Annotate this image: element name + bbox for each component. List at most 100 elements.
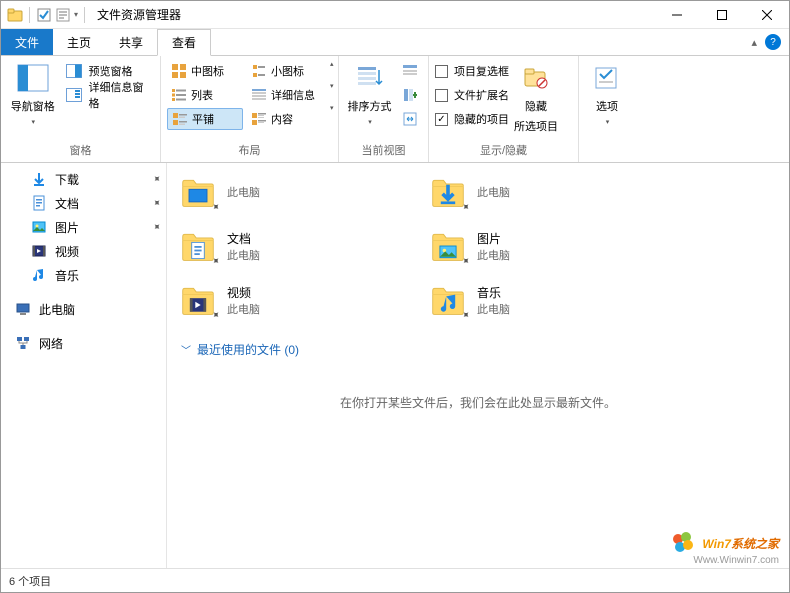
label: 隐藏 (525, 98, 547, 114)
label: 预览窗格 (88, 63, 132, 79)
chevron-down-icon: ﹀ (181, 342, 191, 357)
folder-icon: ✦ (429, 281, 467, 319)
layout-tiles[interactable]: 平铺 (167, 108, 243, 130)
layout-details[interactable]: 详细信息 (247, 84, 323, 106)
size-columns-button[interactable] (398, 108, 422, 130)
computer-icon (15, 301, 31, 317)
hidden-items-toggle[interactable]: ✓隐藏的项目 (435, 108, 509, 130)
label: 导航窗格 (11, 98, 55, 114)
file-item[interactable]: ✦ 此电脑 (179, 169, 409, 215)
label: 文件扩展名 (454, 87, 509, 103)
options-button[interactable]: 选项 ▾ (585, 60, 629, 126)
minimize-ribbon-icon[interactable]: ▴ (751, 36, 757, 49)
nav-downloads[interactable]: 下载✦ (1, 167, 166, 191)
app-icon (7, 7, 23, 23)
group-by-button[interactable] (398, 60, 422, 82)
label: 平铺 (192, 111, 214, 127)
network-icon (15, 335, 31, 351)
label: 隐藏的项目 (454, 111, 509, 127)
group-label: 显示/隐藏 (435, 140, 572, 162)
minimize-button[interactable] (654, 1, 699, 29)
layout-small-icons[interactable]: 小图标 (247, 60, 323, 82)
videos-icon (31, 243, 47, 259)
details-pane-button[interactable]: 详细信息窗格 (62, 84, 154, 106)
qat-props-icon[interactable] (56, 8, 70, 22)
layout-medium-icons[interactable]: 中图标 (167, 60, 243, 82)
expand-icon[interactable]: ▾ (330, 104, 334, 112)
label: 项目复选框 (454, 63, 509, 79)
ribbon: 导航窗格 ▾ 预览窗格 详细信息窗格 窗格 中图标 列表 平铺 (1, 55, 789, 163)
label: 小图标 (271, 63, 304, 79)
group-label: 当前视图 (345, 140, 422, 162)
label: 中图标 (191, 63, 224, 79)
folder-icon: ✦ (179, 173, 217, 211)
label: 所选项目 (514, 118, 558, 134)
item-location: 此电脑 (227, 184, 260, 200)
label: 选项 (596, 98, 618, 114)
file-list: ✦ 此电脑✦ 此电脑✦ 文档此电脑✦ 图片此电脑✦ 视频此电脑✦ 音乐此电脑 ﹀… (167, 163, 789, 568)
tab-file[interactable]: 文件 (1, 29, 53, 55)
file-item[interactable]: ✦ 图片此电脑 (429, 223, 659, 269)
tab-share[interactable]: 共享 (105, 29, 157, 55)
tab-home[interactable]: 主页 (53, 29, 105, 55)
documents-icon (31, 195, 47, 211)
recent-files-header[interactable]: ﹀ 最近使用的文件 (0) (181, 341, 777, 358)
scroll-down-icon[interactable]: ▾ (330, 82, 334, 90)
label: 排序方式 (348, 98, 392, 114)
item-location: 此电脑 (477, 247, 510, 263)
recent-empty-text: 在你打开某些文件后，我们会在此处显示最新文件。 (179, 366, 777, 439)
file-item[interactable]: ✦ 视频此电脑 (179, 277, 409, 323)
separator (29, 7, 30, 23)
label: 列表 (191, 87, 213, 103)
item-name: 视频 (227, 284, 260, 301)
nav-videos[interactable]: 视频 (1, 239, 166, 263)
file-item[interactable]: ✦ 音乐此电脑 (429, 277, 659, 323)
help-icon[interactable]: ? (765, 34, 781, 50)
sort-by-button[interactable]: 排序方式 ▾ (345, 60, 394, 126)
item-name: 图片 (477, 230, 510, 247)
item-location: 此电脑 (227, 301, 260, 317)
qat-checkbox-icon[interactable] (36, 7, 52, 23)
item-name: 文档 (227, 230, 260, 247)
item-name: 音乐 (477, 284, 510, 301)
music-icon (31, 267, 47, 283)
nav-documents[interactable]: 文档✦ (1, 191, 166, 215)
tab-view[interactable]: 查看 (157, 29, 211, 56)
file-item[interactable]: ✦ 此电脑 (429, 169, 659, 215)
nav-pictures[interactable]: 图片✦ (1, 215, 166, 239)
layout-list[interactable]: 列表 (167, 84, 243, 106)
group-label: 窗格 (7, 140, 154, 162)
item-location: 此电脑 (477, 301, 510, 317)
downloads-icon (31, 171, 47, 187)
navigation-pane-button[interactable]: 导航窗格 ▾ (7, 60, 58, 126)
add-columns-button[interactable] (398, 84, 422, 106)
status-text: 6 个项目 (9, 573, 51, 589)
nav-network[interactable]: 网络 (1, 331, 166, 355)
folder-icon: ✦ (179, 281, 217, 319)
label: 详细信息窗格 (88, 79, 150, 111)
hide-selected-button[interactable]: 隐藏 所选项目 (513, 60, 559, 134)
label: 内容 (271, 111, 293, 127)
folder-icon: ✦ (429, 227, 467, 265)
folder-icon: ✦ (429, 173, 467, 211)
pictures-icon (31, 219, 47, 235)
item-checkboxes-toggle[interactable]: 项目复选框 (435, 60, 509, 82)
file-extensions-toggle[interactable]: 文件扩展名 (435, 84, 509, 106)
window-title: 文件资源管理器 (93, 6, 654, 23)
chevron-down-icon: ▾ (606, 118, 610, 126)
file-item[interactable]: ✦ 文档此电脑 (179, 223, 409, 269)
nav-thispc[interactable]: 此电脑 (1, 297, 166, 321)
separator (84, 7, 85, 23)
nav-music[interactable]: 音乐 (1, 263, 166, 287)
qat-dropdown-icon[interactable]: ▾ (74, 10, 78, 19)
item-location: 此电脑 (227, 247, 260, 263)
item-location: 此电脑 (477, 184, 510, 200)
label: 详细信息 (271, 87, 315, 103)
maximize-button[interactable] (699, 1, 744, 29)
close-button[interactable] (744, 1, 789, 29)
group-label (585, 144, 629, 162)
scroll-up-icon[interactable]: ▴ (330, 60, 334, 68)
pin-icon: ✦ (149, 220, 163, 234)
layout-content[interactable]: 内容 (247, 108, 323, 130)
folder-icon: ✦ (179, 227, 217, 265)
